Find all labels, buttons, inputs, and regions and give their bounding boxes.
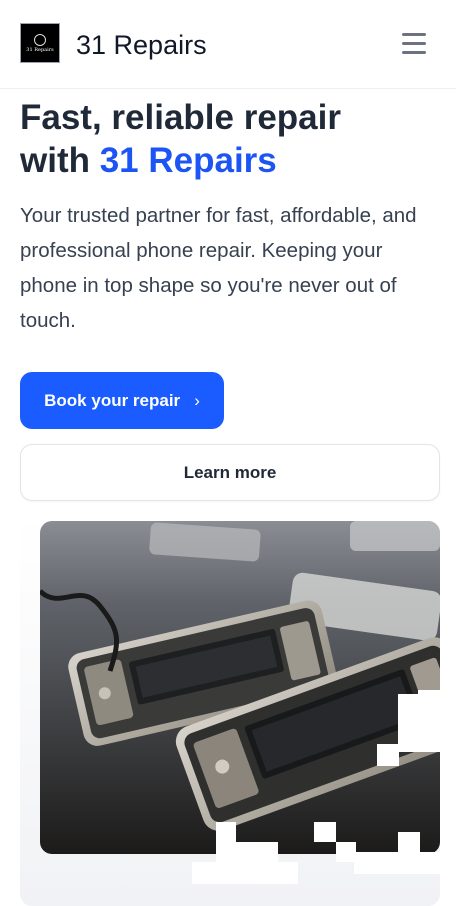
headline-accent: 31 Repairs <box>99 141 277 180</box>
pixel-block <box>336 842 356 862</box>
book-repair-button[interactable]: Book your repair › <box>20 372 224 429</box>
book-repair-label: Book your repair <box>44 390 181 410</box>
chevron-right-icon: › <box>194 390 200 410</box>
hero-subtitle: Your trusted partner for fast, affordabl… <box>20 204 417 332</box>
logo-text: 31 Repairs <box>26 46 54 53</box>
pixel-block <box>418 690 440 700</box>
headline-with: with <box>20 141 100 180</box>
pixel-block <box>192 862 298 884</box>
logo[interactable]: 31 Repairs <box>20 23 60 63</box>
brand-name[interactable]: 31 Repairs <box>76 29 207 61</box>
hero-headline: Fast, reliable repair with 31 Repairs <box>20 96 440 182</box>
pixel-block <box>216 842 278 864</box>
pixel-block <box>398 694 440 752</box>
pixel-block <box>377 744 399 766</box>
logo-mark-icon <box>34 33 46 46</box>
hero-image <box>40 521 440 854</box>
pixel-block <box>314 822 336 842</box>
learn-more-label: Learn more <box>183 462 277 482</box>
site-header: 31 Repairs 31 Repairs <box>0 0 456 89</box>
hamburger-menu-icon[interactable] <box>400 31 430 55</box>
pixel-block <box>354 852 440 874</box>
pixel-block <box>398 832 420 854</box>
headline-line1: Fast, reliable repair <box>20 98 341 137</box>
pixel-block <box>216 822 236 844</box>
phones-illustration <box>40 521 440 854</box>
learn-more-button[interactable]: Learn more <box>20 444 440 501</box>
